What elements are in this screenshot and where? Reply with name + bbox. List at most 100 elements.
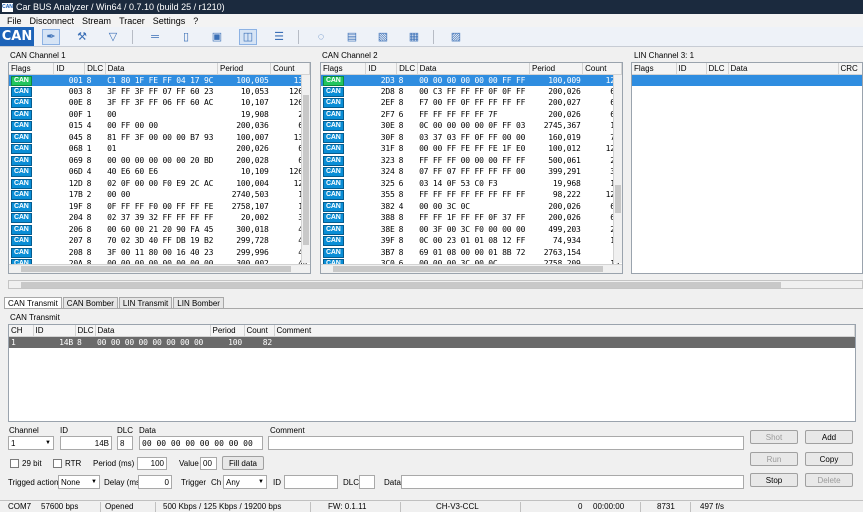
table-row[interactable]: CAN3558FF FF FF FF FF FF FF FF98,222126 bbox=[321, 189, 622, 201]
delete-button[interactable]: Delete bbox=[805, 473, 853, 487]
channel-select[interactable]: 1 ▼ bbox=[8, 436, 54, 450]
col-id[interactable]: ID bbox=[53, 63, 86, 75]
col-dlc[interactable]: DLC bbox=[706, 63, 729, 75]
table-row[interactable] bbox=[632, 74, 862, 86]
can1-vscroll[interactable] bbox=[301, 75, 310, 263]
table-row[interactable]: CAN31F800 00 FF FE FF FE 1F E0100,012126 bbox=[321, 143, 622, 155]
menu-disconnect[interactable]: Disconnect bbox=[26, 16, 79, 26]
table-row[interactable]: CAN045881 FF 3F 00 00 00 B7 93100,007133 bbox=[9, 132, 310, 144]
col-period[interactable]: Period bbox=[529, 63, 584, 75]
bit29-checkbox[interactable] bbox=[10, 459, 19, 468]
can2-hscroll[interactable] bbox=[321, 264, 622, 273]
menu-file[interactable]: File bbox=[3, 16, 26, 26]
script-icon[interactable]: ▨ bbox=[447, 29, 465, 45]
table-row[interactable]: CAN2EF8F7 00 FF 0F FF FF FF FF200,02764 bbox=[321, 97, 622, 109]
period-input[interactable]: 100 bbox=[137, 457, 167, 470]
save-icon[interactable]: ▧ bbox=[374, 29, 392, 45]
data-input[interactable]: 00 00 00 00 00 00 00 00 bbox=[139, 436, 263, 450]
id-input[interactable]: 14B bbox=[60, 436, 112, 450]
split-view-icon[interactable]: ◫ bbox=[239, 28, 257, 45]
table-row[interactable]: CAN17B200 002740,50313 bbox=[9, 189, 310, 201]
delay-input[interactable]: 0 bbox=[138, 475, 172, 489]
dlc-input[interactable]: 8 bbox=[117, 436, 133, 450]
new-doc-icon[interactable]: ▯ bbox=[177, 29, 195, 45]
connect-icon[interactable]: ✒ bbox=[42, 28, 60, 45]
col-crc[interactable]: CRC bbox=[838, 63, 862, 75]
table-row[interactable]: CAN3238FF FF FF 00 00 00 FF FF500,06126 bbox=[321, 155, 622, 167]
table-row[interactable]: CAN30F803 37 03 FF 0F FF 00 00160,01979 bbox=[321, 132, 622, 144]
col-count[interactable]: Count bbox=[270, 63, 310, 75]
table-row[interactable]: CAN39F80C 00 23 01 01 08 12 FF74,93416 bbox=[321, 235, 622, 247]
col-flags[interactable]: Flags bbox=[321, 63, 367, 75]
table-row[interactable]: CAN207870 02 3D 40 FF DB 19 B2299,72844 bbox=[9, 235, 310, 247]
table-row[interactable]: CAN19F80F FF FF F0 00 FF FF FE2758,10713 bbox=[9, 201, 310, 213]
tools-icon[interactable]: ⚒ bbox=[73, 29, 91, 45]
table-row[interactable]: CAN068101200,02664 bbox=[9, 143, 310, 155]
table-row[interactable]: CAN3B7869 01 08 00 00 01 8B 722763,1545 bbox=[321, 247, 622, 259]
table-row[interactable]: CAN00F10019,90827 bbox=[9, 109, 310, 121]
col-dlc[interactable]: DLC bbox=[396, 63, 418, 75]
col-comment[interactable]: Comment bbox=[274, 325, 855, 337]
col-data[interactable]: Data bbox=[95, 325, 211, 337]
col-id[interactable]: ID bbox=[676, 63, 707, 75]
col-dlc[interactable]: DLC bbox=[75, 325, 96, 337]
table-row[interactable]: CAN2F76FF FF FF FF FF 7F200,02664 bbox=[321, 109, 622, 121]
table-row[interactable]: CAN38E800 3F 00 3C F0 00 00 00499,20326 bbox=[321, 224, 622, 236]
comment-input[interactable] bbox=[268, 436, 744, 450]
can1-grid[interactable]: Flags ID DLC Data Period Count CAN 001 8 C1… bbox=[8, 62, 311, 274]
table-row[interactable]: CAN 06D 4 40 E6 60 E6 10,109 1269 bbox=[9, 166, 310, 178]
col-data[interactable]: Data bbox=[728, 63, 839, 75]
table-row[interactable]: CAN 00E 8 3F FF 3F FF 06 FF 60 AC 10,107 1269 bbox=[9, 97, 310, 109]
shot-button[interactable]: Shot bbox=[750, 430, 798, 444]
fill-data-button[interactable]: Fill data bbox=[222, 456, 264, 470]
can1-hscroll[interactable] bbox=[9, 264, 310, 273]
col-count[interactable]: Count bbox=[244, 325, 275, 337]
comment-icon[interactable]: ◌ bbox=[312, 29, 330, 45]
col-id[interactable]: ID bbox=[33, 325, 76, 337]
col-id[interactable]: ID bbox=[365, 63, 398, 75]
main-hscroll[interactable] bbox=[8, 280, 863, 289]
value-input[interactable]: 00 bbox=[200, 457, 217, 470]
table-icon[interactable]: ▦ bbox=[405, 29, 423, 45]
menu-settings[interactable]: Settings bbox=[149, 16, 190, 26]
col-period[interactable]: Period bbox=[217, 63, 272, 75]
menu-help[interactable]: ? bbox=[189, 16, 202, 26]
list-view-icon[interactable]: ☰ bbox=[270, 29, 288, 45]
table-row[interactable]: 1 14B 8 00 00 00 00 00 00 00 00 100 82 bbox=[9, 336, 855, 348]
col-ch[interactable]: CH bbox=[9, 325, 34, 337]
transmit-grid[interactable]: CH ID DLC Data Period Count Comment 1 14B… bbox=[8, 324, 856, 422]
trigger-ch-select[interactable]: Any ▼ bbox=[223, 475, 267, 489]
trigged-action-select[interactable]: None ▼ bbox=[58, 475, 100, 489]
table-row[interactable]: CAN382400 00 3C 0C200,02665 bbox=[321, 201, 622, 213]
col-dlc[interactable]: DLC bbox=[84, 63, 106, 75]
trigger-id-input[interactable] bbox=[284, 475, 338, 489]
can2-vscroll[interactable] bbox=[613, 75, 622, 263]
table-row[interactable]: CAN206800 60 00 21 20 90 FA 45300,01844 bbox=[9, 224, 310, 236]
col-flags[interactable]: Flags bbox=[632, 63, 677, 75]
open-icon[interactable]: ▤ bbox=[343, 29, 361, 45]
table-row[interactable]: CAN 003 8 3F FF 3F FF 07 FF 60 23 10,053 1269 bbox=[9, 86, 310, 98]
panel-icon[interactable]: ▣ bbox=[208, 29, 226, 45]
menu-tracer[interactable]: Tracer bbox=[115, 16, 149, 26]
add-button[interactable]: Add bbox=[805, 430, 853, 444]
col-flags[interactable]: Flags bbox=[9, 63, 55, 75]
stop-button[interactable]: Stop bbox=[750, 473, 798, 487]
table-row[interactable]: CAN12D802 0F 00 00 F0 E9 2C AC100,004128 bbox=[9, 178, 310, 190]
table-row[interactable]: CAN324807 FF 07 FF FF FF FF 00399,29133 bbox=[321, 166, 622, 178]
lin3-grid[interactable]: Flags ID DLC Data CRC bbox=[631, 62, 863, 274]
table-row[interactable]: CAN069800 00 00 00 00 00 20 BD200,02863 bbox=[9, 155, 310, 167]
table-row[interactable]: CAN325603 14 0F 53 C0 F319,96818 bbox=[321, 178, 622, 190]
trigger-dlc-input[interactable] bbox=[359, 475, 375, 489]
bus-icon[interactable]: ═ bbox=[146, 29, 164, 45]
can2-grid[interactable]: Flags ID DLC Data Period Count CAN 2D3 8 00… bbox=[320, 62, 623, 274]
table-row[interactable]: CAN0018C1 80 1F FE FF 04 17 9C100,005130 bbox=[9, 74, 310, 86]
table-row[interactable]: CAN30E80C 00 00 00 00 0F FF 032745,36713 bbox=[321, 120, 622, 132]
col-data[interactable]: Data bbox=[417, 63, 530, 75]
copy-button[interactable]: Copy bbox=[805, 452, 853, 466]
table-row[interactable]: CAN2D3800 00 00 00 00 00 FF FF100,009124 bbox=[321, 74, 622, 86]
col-count[interactable]: Count bbox=[582, 63, 622, 75]
table-row[interactable]: CAN2D8800 C3 FF FF FF 0F 0F FF200,02664 bbox=[321, 86, 622, 98]
rtr-checkbox[interactable] bbox=[53, 459, 62, 468]
col-data[interactable]: Data bbox=[105, 63, 218, 75]
table-row[interactable]: CAN3888FF FF 1F FF FF 0F 37 FF200,02668 bbox=[321, 212, 622, 224]
